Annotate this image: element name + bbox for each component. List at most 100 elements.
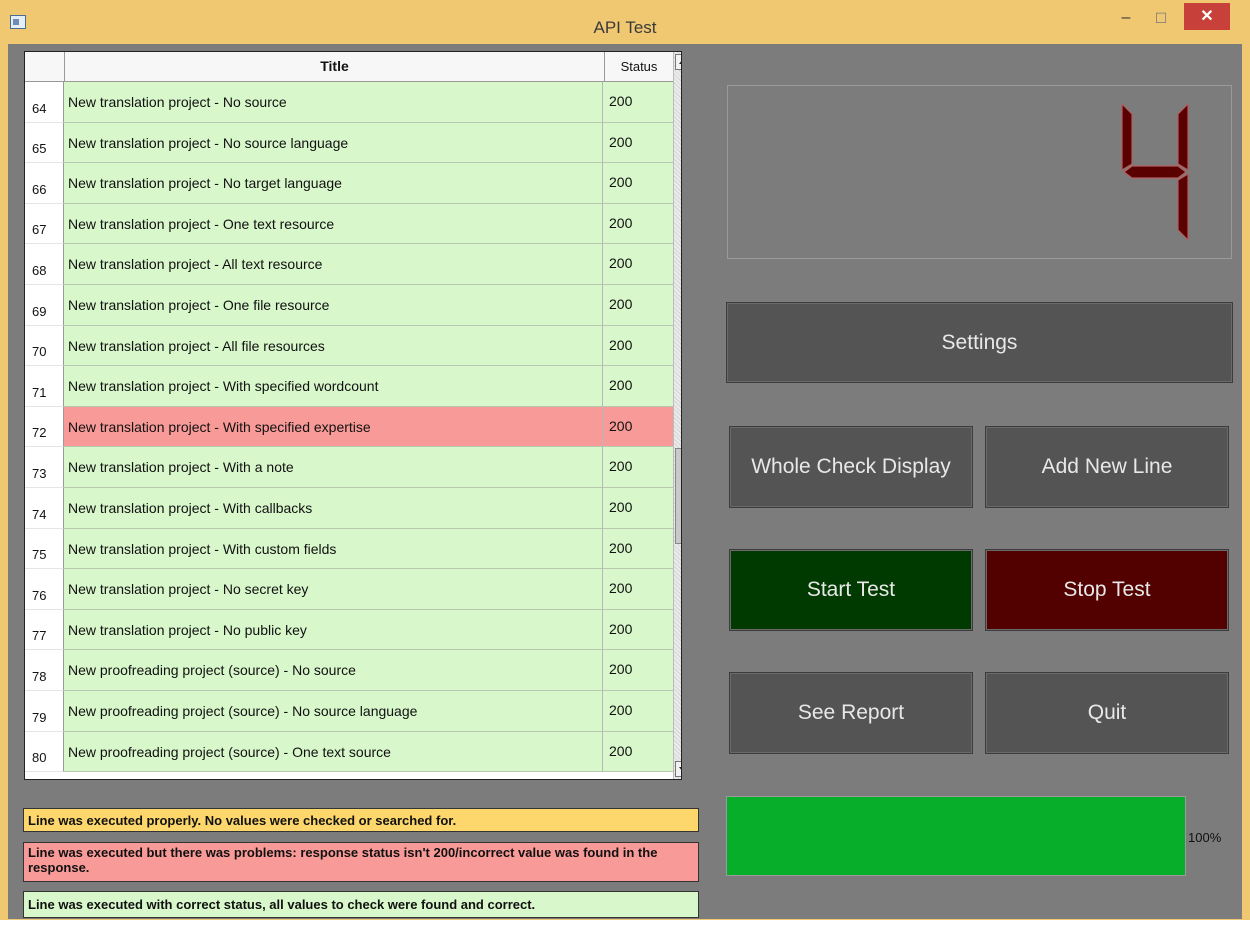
- scroll-down-icon[interactable]: [675, 761, 681, 777]
- table-row[interactable]: 76 New translation project - No secret ke…: [25, 569, 673, 610]
- table-row[interactable]: 64 New translation project - No source 200: [25, 82, 673, 123]
- row-number: 76: [25, 569, 64, 610]
- table-row[interactable]: 71 New translation project - With specifi…: [25, 366, 673, 407]
- column-header-number[interactable]: [25, 52, 65, 81]
- row-number: 80: [25, 731, 64, 773]
- row-status: 200: [603, 203, 673, 245]
- row-number: 69: [25, 284, 64, 326]
- table-body: 64 New translation project - No source 200…: [25, 82, 673, 773]
- settings-button[interactable]: Settings: [726, 302, 1233, 383]
- legend-executed-no-checks: Line was executed properly. No values we…: [23, 808, 699, 832]
- column-header-title[interactable]: Title: [65, 52, 605, 81]
- seven-segment-digit: [1121, 102, 1189, 242]
- row-status: 200: [603, 122, 673, 164]
- row-title: New translation project - With specified…: [64, 406, 603, 448]
- table-row[interactable]: 74 New translation project - With callbac…: [25, 487, 673, 529]
- scroll-thumb[interactable]: [675, 448, 681, 544]
- row-number: 77: [25, 609, 64, 651]
- row-title: New translation project - All file resou…: [64, 325, 603, 367]
- row-status: 200: [603, 609, 673, 651]
- table-row[interactable]: 66 New translation project - No target la…: [25, 163, 673, 204]
- table-row[interactable]: 79 New proofreading project (source) - No…: [25, 690, 673, 732]
- segment-upper-left: [1121, 102, 1133, 172]
- table-row[interactable]: 67 New translation project - One text res…: [25, 203, 673, 245]
- row-title: New translation project - No source lang…: [64, 122, 603, 164]
- table-row[interactable]: 73 New translation project - With a note 2…: [25, 447, 673, 488]
- row-status: 200: [603, 366, 673, 407]
- row-status: 200: [603, 487, 673, 529]
- row-status: 200: [603, 650, 673, 691]
- row-title: New translation project - With custom fi…: [64, 528, 603, 570]
- row-title: New translation project - With callbacks: [64, 487, 603, 529]
- row-number: 65: [25, 122, 64, 164]
- progress-bar: [726, 796, 1186, 876]
- minimize-button[interactable]: –: [1113, 8, 1139, 30]
- row-title: New proofreading project (source) - One …: [64, 731, 603, 773]
- start-test-button[interactable]: Start Test: [729, 549, 973, 631]
- stop-test-button[interactable]: Stop Test: [985, 549, 1229, 631]
- see-report-button[interactable]: See Report: [729, 672, 973, 754]
- client-area: Title Status 64 New translation project -…: [8, 44, 1242, 919]
- table-row[interactable]: 70 New translation project - All file res…: [25, 325, 673, 367]
- row-number: 68: [25, 244, 64, 285]
- row-title: New translation project - All text resou…: [64, 244, 603, 285]
- row-title: New translation project - No secret key: [64, 569, 603, 610]
- app-window: API Test – ☐ ✕ Title Status 64 New transl…: [0, 0, 1250, 920]
- row-title: New translation project - With a note: [64, 447, 603, 488]
- row-title: New proofreading project (source) - No s…: [64, 690, 603, 732]
- progress-fill: [727, 797, 1185, 875]
- row-title: New translation project - With specified…: [64, 366, 603, 407]
- row-status: 200: [603, 244, 673, 285]
- close-button[interactable]: ✕: [1184, 3, 1230, 30]
- table-row[interactable]: 69 New translation project - One file res…: [25, 284, 673, 326]
- row-status: 200: [603, 528, 673, 570]
- row-number: 73: [25, 447, 64, 488]
- progress-percent: 100%: [1188, 830, 1222, 845]
- legend-executed-correct: Line was executed with correct status, a…: [23, 891, 699, 918]
- counter-display: [727, 85, 1232, 259]
- row-number: 64: [25, 82, 64, 123]
- row-title: New translation project - One file resou…: [64, 284, 603, 326]
- row-status: 200: [603, 569, 673, 610]
- add-new-line-button[interactable]: Add New Line: [985, 426, 1229, 508]
- segment-lower-right: [1177, 172, 1189, 242]
- row-number: 71: [25, 366, 64, 407]
- row-status: 200: [603, 82, 673, 123]
- table-row[interactable]: 68 New translation project - All text res…: [25, 244, 673, 285]
- row-status: 200: [603, 284, 673, 326]
- legend-executed-with-problems: Line was executed but there was problems…: [23, 842, 699, 882]
- table-scrollbar[interactable]: [673, 52, 681, 779]
- table-row[interactable]: 72 New translation project - With specifi…: [25, 406, 673, 448]
- row-title: New translation project - No public key: [64, 609, 603, 651]
- scroll-up-icon[interactable]: [675, 54, 681, 70]
- row-status: 200: [603, 163, 673, 204]
- row-status: 200: [603, 325, 673, 367]
- row-number: 66: [25, 163, 64, 204]
- row-title: New translation project - One text resou…: [64, 203, 603, 245]
- quit-button[interactable]: Quit: [985, 672, 1229, 754]
- title-bar[interactable]: API Test – ☐ ✕: [0, 0, 1250, 44]
- row-number: 70: [25, 325, 64, 367]
- whole-check-display-button[interactable]: Whole Check Display: [729, 426, 973, 508]
- row-status: 200: [603, 690, 673, 732]
- column-header-status[interactable]: Status: [605, 52, 673, 81]
- test-table: Title Status 64 New translation project -…: [24, 51, 682, 780]
- row-number: 74: [25, 487, 64, 529]
- table-row[interactable]: 80 New proofreading project (source) - On…: [25, 731, 673, 773]
- row-number: 78: [25, 650, 64, 691]
- row-status: 200: [603, 406, 673, 448]
- row-status: 200: [603, 447, 673, 488]
- segment-middle: [1123, 165, 1187, 179]
- table-row[interactable]: 65 New translation project - No source la…: [25, 122, 673, 164]
- row-title: New proofreading project (source) - No s…: [64, 650, 603, 691]
- row-title: New translation project - No target lang…: [64, 163, 603, 204]
- row-number: 79: [25, 690, 64, 732]
- table-row[interactable]: 78 New proofreading project (source) - No…: [25, 650, 673, 691]
- row-title: New translation project - No source: [64, 82, 603, 123]
- window-title: API Test: [593, 18, 657, 37]
- maximize-button[interactable]: ☐: [1148, 8, 1174, 30]
- table-row[interactable]: 75 New translation project - With custom …: [25, 528, 673, 570]
- segment-upper-right: [1177, 102, 1189, 172]
- table-row[interactable]: 77 New translation project - No public ke…: [25, 609, 673, 651]
- row-number: 72: [25, 406, 64, 448]
